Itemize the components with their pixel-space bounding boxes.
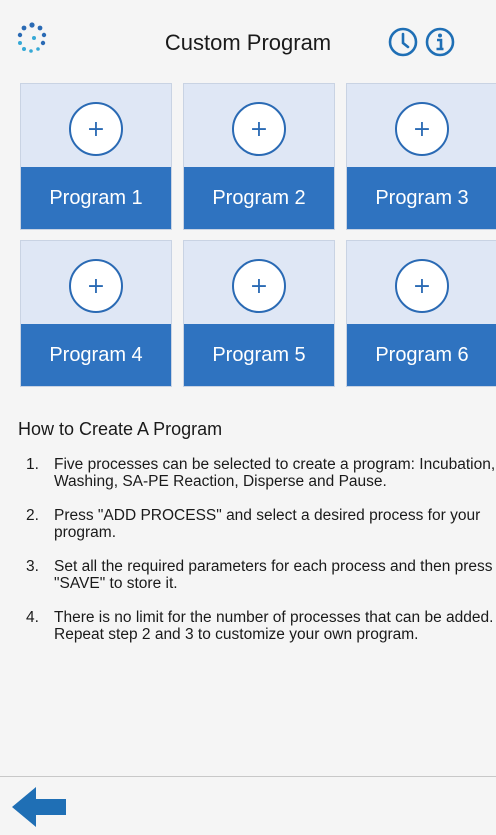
program-label: Program 5: [184, 324, 334, 386]
add-icon[interactable]: +: [395, 259, 449, 313]
step-text: There is no limit for the number of proc…: [54, 609, 494, 643]
program-label: Program 4: [21, 324, 171, 386]
page-title: Custom Program: [164, 30, 332, 55]
program-label: Program 6: [347, 324, 496, 386]
step-item: 2. Press "ADD PROCESS" and select a desi…: [18, 507, 496, 541]
step-item: 4. There is no limit for the number of p…: [18, 609, 496, 643]
back-arrow-icon[interactable]: [12, 785, 68, 829]
step-number: 4.: [26, 609, 39, 626]
step-item: 1. Five processes can be selected to cre…: [18, 456, 496, 490]
footer-divider: [0, 776, 496, 777]
program-label: Program 3: [347, 167, 496, 229]
program-tile-3[interactable]: + Program 3: [346, 83, 496, 230]
step-text: Set all the required parameters for each…: [54, 558, 493, 592]
step-number: 3.: [26, 558, 39, 575]
step-number: 1.: [26, 456, 39, 473]
program-label: Program 2: [184, 167, 334, 229]
add-icon[interactable]: +: [69, 259, 123, 313]
program-tile-2[interactable]: + Program 2: [183, 83, 335, 230]
clock-icon[interactable]: [387, 26, 419, 58]
add-icon[interactable]: +: [395, 102, 449, 156]
step-text: Five processes can be selected to create…: [54, 456, 496, 490]
header: Custom Program: [0, 0, 496, 80]
program-tile-1[interactable]: + Program 1: [20, 83, 172, 230]
add-icon[interactable]: +: [232, 102, 286, 156]
add-icon[interactable]: +: [232, 259, 286, 313]
step-text: Press "ADD PROCESS" and select a desired…: [54, 507, 481, 541]
howto-steps: 1. Five processes can be selected to cre…: [18, 456, 496, 660]
program-tile-6[interactable]: + Program 6: [346, 240, 496, 387]
program-label: Program 1: [21, 167, 171, 229]
step-item: 3. Set all the required parameters for e…: [18, 558, 496, 592]
info-icon[interactable]: [424, 26, 456, 58]
program-tile-4[interactable]: + Program 4: [20, 240, 172, 387]
step-number: 2.: [26, 507, 39, 524]
add-icon[interactable]: +: [69, 102, 123, 156]
howto-heading: How to Create A Program: [18, 419, 223, 439]
program-tile-5[interactable]: + Program 5: [183, 240, 335, 387]
